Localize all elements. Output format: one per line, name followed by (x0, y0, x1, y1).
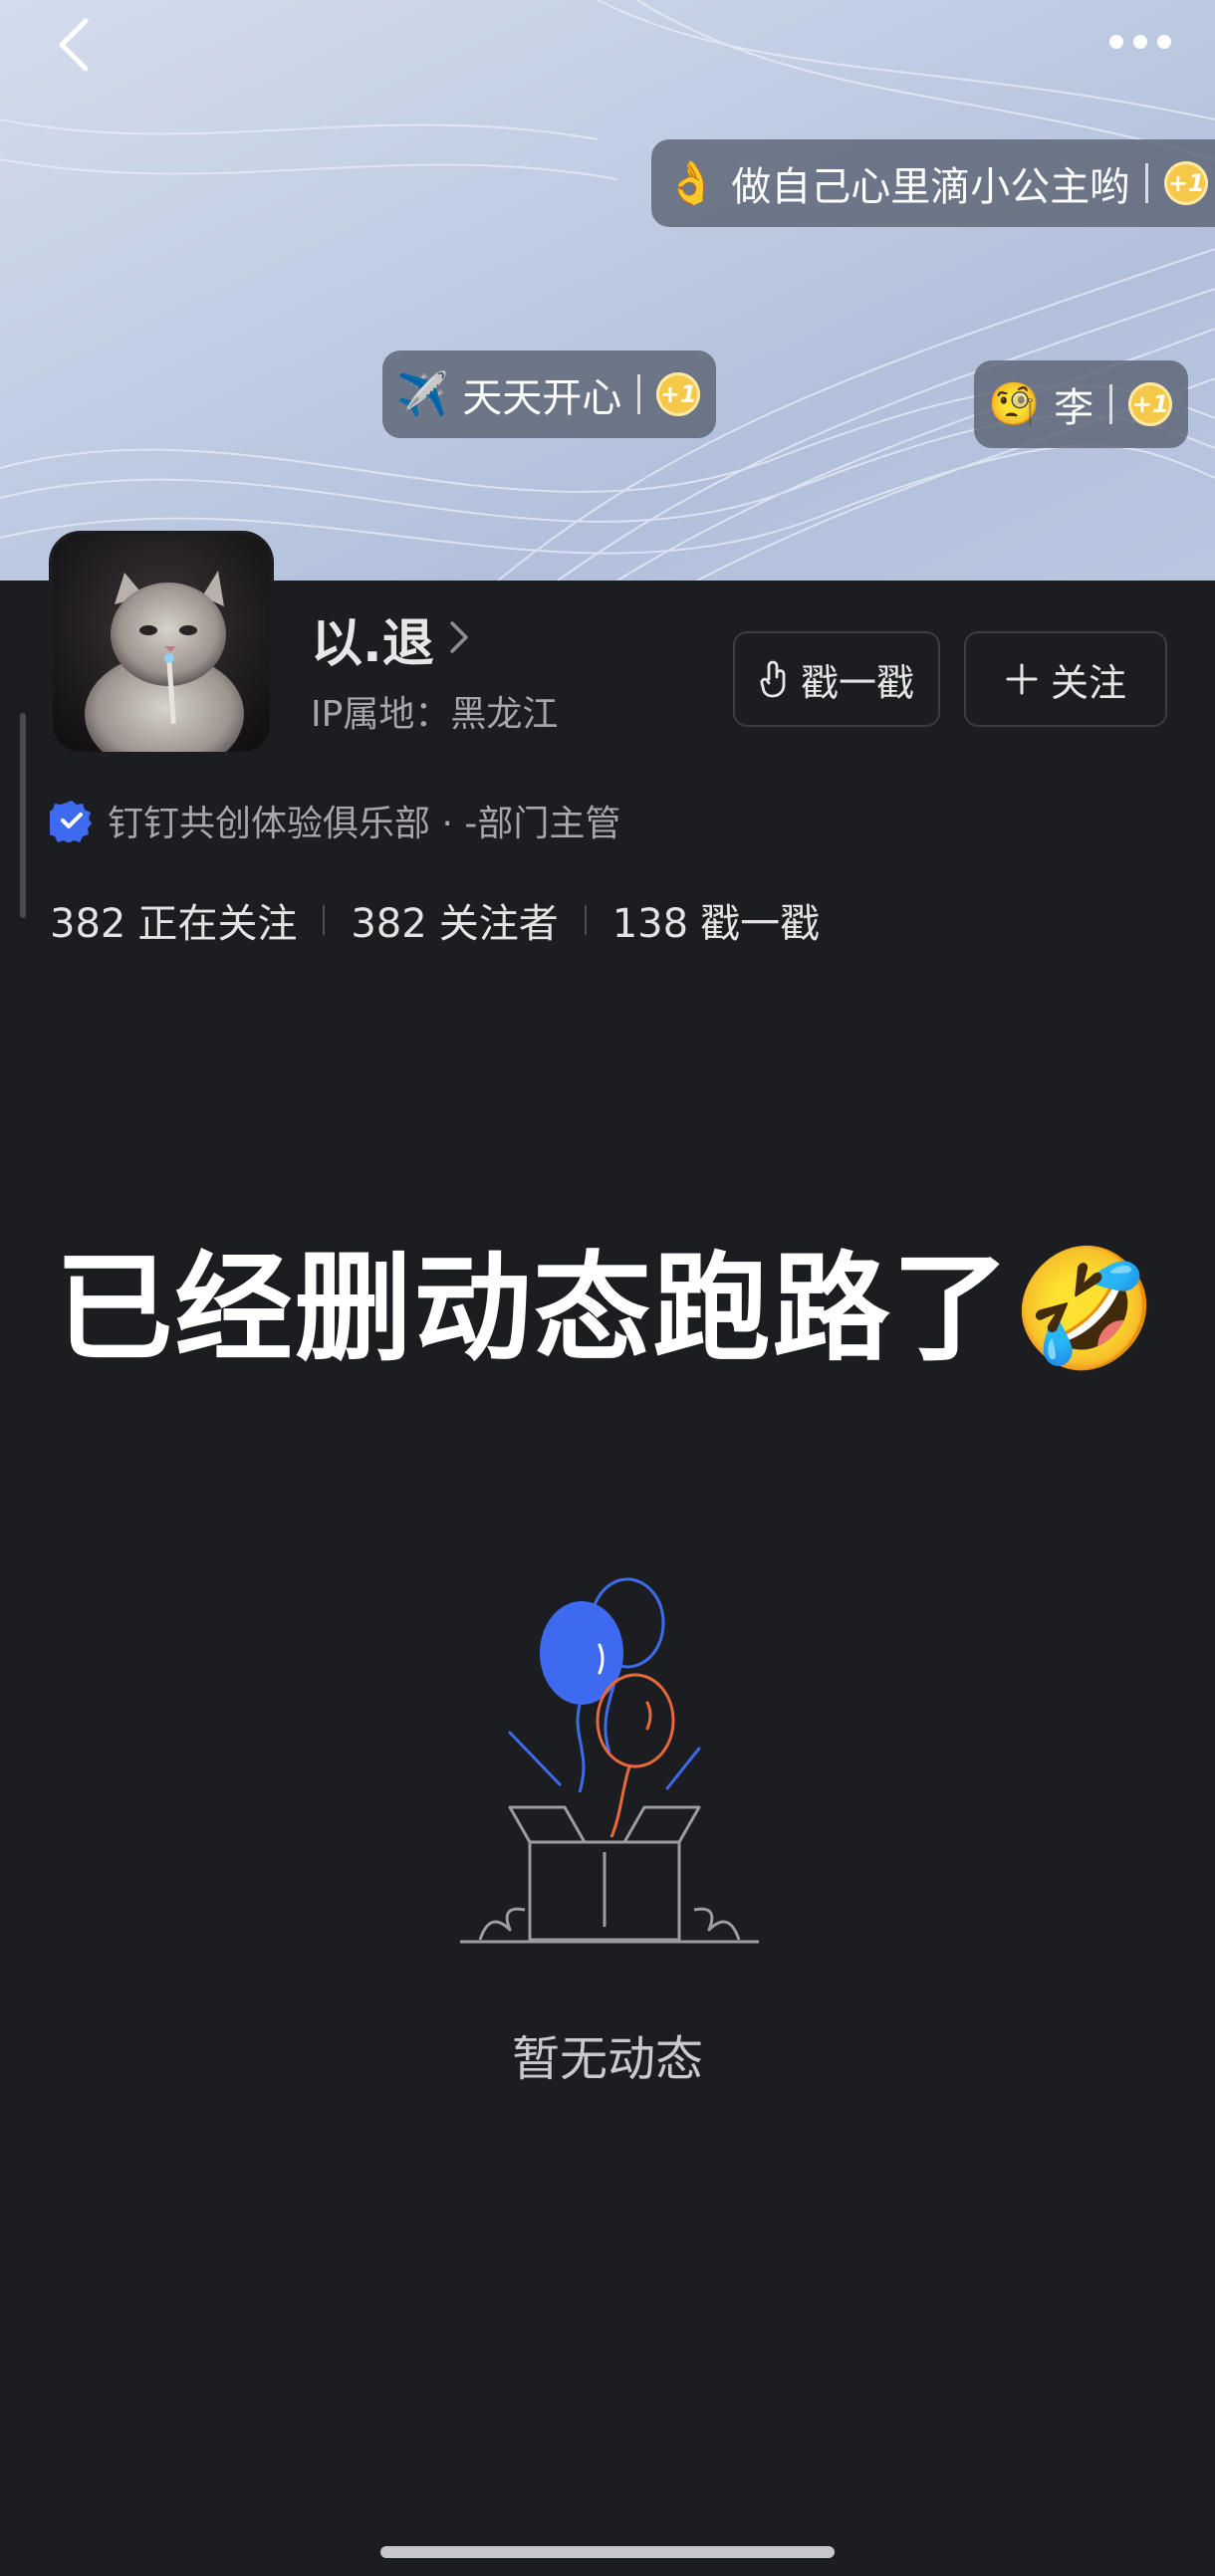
stat-count: 382 (351, 901, 427, 947)
bubble-text: 天天开心 (462, 375, 622, 421)
profile-headline: 已经删动态跑路了🤣 (0, 1213, 1215, 1383)
poke-button[interactable]: 戳一戳 (733, 631, 940, 727)
cover-wave-pattern (0, 0, 1215, 581)
plus-one-icon[interactable]: +1 (1164, 161, 1209, 205)
scroll-indicator (20, 713, 26, 918)
more-button[interactable] (1095, 20, 1185, 64)
profile-cover: 👌 做自己心里滴小公主哟 +1 ✈️ 天天开心 +1 🧐 李 +1 (0, 0, 1215, 581)
stat-divider (323, 905, 326, 935)
bubble-emoji: 🧐 (988, 379, 1041, 428)
profile-name: 以.退 (311, 614, 434, 674)
stat-followers[interactable]: 382 关注者 (351, 891, 558, 949)
gift-box-balloons-icon (450, 1553, 769, 1952)
status-bubble-1[interactable]: 👌 做自己心里滴小公主哟 +1 (651, 139, 1215, 227)
empty-state-text: 暂无动态 (511, 2031, 703, 2087)
profile-name-row[interactable]: 以.退 (311, 601, 470, 676)
more-dots-icon (1109, 35, 1171, 49)
organization-row[interactable]: 钉钉共创体验俱乐部 · -部门主管 (50, 795, 620, 846)
stats-row: 382 正在关注 382 关注者 138 戳一戳 (50, 891, 820, 949)
bubble-divider (1109, 384, 1113, 424)
avatar[interactable] (49, 531, 274, 756)
stat-label: 戳一戳 (700, 901, 821, 947)
plus-one-icon[interactable]: +1 (656, 372, 701, 416)
plus-icon (1005, 662, 1039, 696)
bubble-emoji: 👌 (665, 158, 718, 207)
follow-button-label: 关注 (1050, 660, 1126, 705)
stat-count: 138 (611, 901, 689, 947)
stat-pokes[interactable]: 138 戳一戳 (612, 891, 820, 949)
verified-badge-icon (50, 799, 94, 842)
organization-text: 钉钉共创体验俱乐部 · -部门主管 (108, 804, 621, 844)
poke-button-label: 戳一戳 (800, 660, 914, 705)
bubble-divider (637, 374, 641, 414)
bubble-divider (1145, 163, 1149, 203)
headline-text: 已经删动态跑路了 (55, 1240, 1012, 1377)
status-bubble-2[interactable]: ✈️ 天天开心 +1 (382, 351, 717, 438)
stat-divider (584, 905, 587, 935)
headline-emoji: 🤣 (1011, 1240, 1160, 1377)
stat-label: 正在关注 (137, 901, 298, 947)
back-chevron-icon (59, 18, 89, 72)
stat-count: 382 (50, 901, 126, 947)
stat-following[interactable]: 382 正在关注 (50, 891, 297, 949)
bubble-emoji: ✈️ (396, 369, 449, 418)
plus-one-icon[interactable]: +1 (1128, 382, 1173, 426)
follow-button[interactable]: 关注 (964, 631, 1167, 727)
home-indicator[interactable] (380, 2546, 835, 2558)
status-bubble-3[interactable]: 🧐 李 +1 (974, 360, 1189, 448)
finger-tap-icon (759, 659, 789, 699)
bubble-text: 做自己心里滴小公主哟 (731, 164, 1130, 210)
stat-label: 关注者 (438, 901, 559, 947)
avatar-cat-image (53, 535, 270, 752)
chevron-right-icon (448, 619, 470, 659)
bubble-text: 李 (1054, 385, 1094, 431)
ip-location: IP属地：黑龙江 (311, 694, 559, 735)
back-button[interactable] (44, 10, 104, 80)
